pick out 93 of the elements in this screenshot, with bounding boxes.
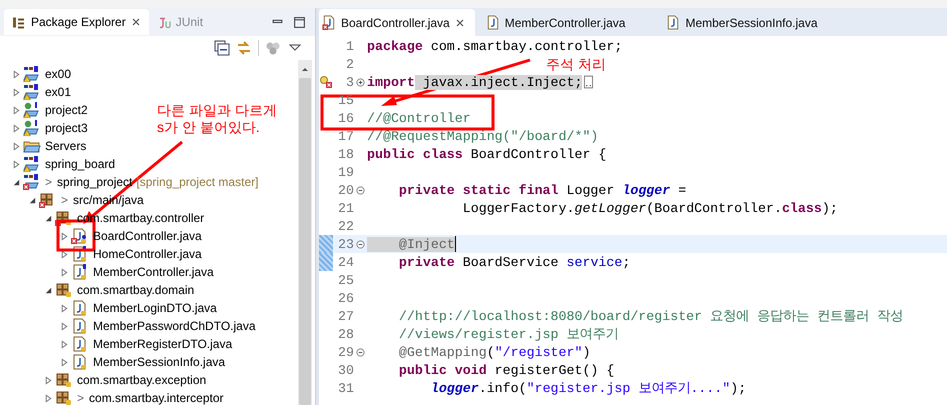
expand-arrow-icon[interactable]	[12, 124, 21, 132]
close-icon[interactable]	[454, 18, 465, 28]
line-number: 24	[337, 254, 354, 270]
expand-arrow-icon[interactable]	[12, 88, 21, 96]
collapse-all-icon[interactable]	[214, 40, 230, 56]
line-number: 21	[337, 200, 354, 216]
code-line: logger.info("register.jsp 보여주기....");	[430, 380, 746, 397]
line-number: 29	[337, 344, 354, 360]
tree-item[interactable]: ex01	[45, 85, 72, 99]
expand-arrow-icon[interactable]	[60, 268, 69, 276]
code-line: LoggerFactory.getLogger(BoardController.class);	[462, 200, 838, 216]
editor-tab[interactable]: MemberController.java	[482, 9, 656, 36]
tree-item[interactable]: MemberRegisterDTO.java	[93, 337, 232, 351]
line-number: 20	[337, 182, 354, 198]
collapse-arrow-icon[interactable]	[12, 178, 21, 186]
line-number: 1	[345, 38, 354, 54]
line-number: 19	[337, 164, 354, 180]
scrollbar[interactable]	[298, 60, 312, 405]
line-number: 27	[337, 308, 354, 324]
tree-item[interactable]: spring_board	[45, 157, 116, 171]
editor-tab[interactable]: BoardController.java	[319, 9, 475, 36]
scroll-up-icon[interactable]	[300, 65, 310, 73]
line-number: 16	[337, 110, 354, 126]
code-line: //@Controller	[366, 110, 471, 126]
line-number: 25	[337, 272, 354, 288]
line-number: 22	[337, 218, 354, 234]
line-number: 18	[337, 146, 354, 162]
tree-item[interactable]: project2	[45, 103, 88, 117]
expand-arrow-icon[interactable]	[60, 250, 69, 258]
tree-item[interactable]: spring_project	[57, 175, 132, 189]
code-line: import javax.inject.Inject;	[366, 74, 582, 90]
tree-item[interactable]: project3	[45, 121, 88, 135]
tree-item[interactable]: HomeController.java	[93, 247, 202, 261]
tree-item[interactable]: MemberLoginDTO.java	[93, 301, 217, 315]
expand-arrow-icon[interactable]	[44, 376, 53, 384]
expand-arrow-icon[interactable]	[60, 358, 69, 366]
code-line: private BoardService service;	[398, 254, 630, 270]
collapse-fold-icon[interactable]	[356, 240, 364, 248]
expand-fold-icon[interactable]	[356, 78, 364, 86]
tree-item[interactable]: com.smartbay.exception	[77, 373, 206, 387]
tree-item[interactable]: MemberController.java	[93, 265, 214, 279]
code-line: private static final Logger logger =	[398, 182, 686, 198]
collapse-fold-icon[interactable]	[356, 186, 364, 194]
tree-item[interactable]: com.smartbay.domain	[77, 283, 194, 297]
change-marker: >	[77, 391, 84, 405]
java-file-icon	[666, 15, 680, 30]
focus-icon[interactable]	[265, 40, 281, 56]
expand-arrow-icon[interactable]	[60, 322, 69, 330]
line-number: 3	[345, 74, 354, 90]
code-line: public class BoardController {	[366, 146, 606, 162]
line-number: 17	[337, 128, 354, 144]
java-file-icon	[486, 15, 500, 30]
code-line: //@RequestMapping("/board/*")	[366, 128, 598, 144]
expand-arrow-icon[interactable]	[12, 160, 21, 168]
code-line: //http://localhost:8080/board/register 요청에 응답하는 컨트롤러 작성	[398, 308, 904, 325]
line-number: 28	[337, 326, 354, 342]
expand-arrow-icon[interactable]	[44, 394, 53, 402]
tree-item[interactable]: ex00	[45, 67, 72, 81]
line-number: 31	[337, 380, 354, 396]
change-marker: >	[45, 175, 52, 189]
code-line: //views/register.jsp 보여주기	[398, 326, 618, 343]
collapse-arrow-icon[interactable]	[44, 214, 53, 222]
collapse-arrow-icon[interactable]	[44, 286, 53, 294]
expand-arrow-icon[interactable]	[60, 232, 69, 240]
line-number: 23	[337, 236, 354, 252]
tree-item[interactable]: MemberPasswordChDTO.java	[93, 319, 256, 333]
close-icon[interactable]	[130, 17, 141, 27]
line-number: 30	[337, 362, 354, 378]
change-marker: >	[61, 193, 68, 207]
expand-arrow-icon[interactable]	[12, 70, 21, 78]
expand-arrow-icon[interactable]	[60, 304, 69, 312]
expand-arrow-icon[interactable]	[12, 106, 21, 114]
line-number: 2	[345, 56, 354, 72]
line-number: 26	[337, 290, 354, 306]
expand-arrow-icon[interactable]	[12, 142, 21, 150]
view-tab[interactable]: Package Explorer	[4, 9, 149, 35]
editor-tab[interactable]: MemberSessionInfo.java	[663, 9, 848, 36]
link-arrows-icon[interactable]	[236, 40, 252, 56]
collapse-arrow-icon[interactable]	[28, 196, 37, 204]
annotation-text: 주석 처리	[546, 56, 606, 73]
collapse-fold-icon[interactable]	[356, 348, 364, 356]
tree-item[interactable]: Servers	[45, 139, 86, 153]
code-line: public void registerGet() {	[398, 362, 614, 378]
code-line: @GetMapping("/register")	[398, 344, 590, 360]
maximize-icon[interactable]	[293, 16, 306, 28]
tree-item[interactable]: MemberSessionInfo.java	[93, 355, 226, 369]
tree-item[interactable]: com.smartbay.interceptor	[89, 391, 224, 405]
annotation-text: 다른 파일과 다르게	[157, 102, 277, 119]
branch-label: [spring_project master]	[136, 175, 258, 189]
annotation-text: s가 안 붙어있다.	[157, 119, 261, 136]
folded-code-icon[interactable]	[584, 75, 594, 89]
code-line: package com.smartbay.controller;	[366, 38, 622, 54]
expand-arrow-icon[interactable]	[60, 340, 69, 348]
